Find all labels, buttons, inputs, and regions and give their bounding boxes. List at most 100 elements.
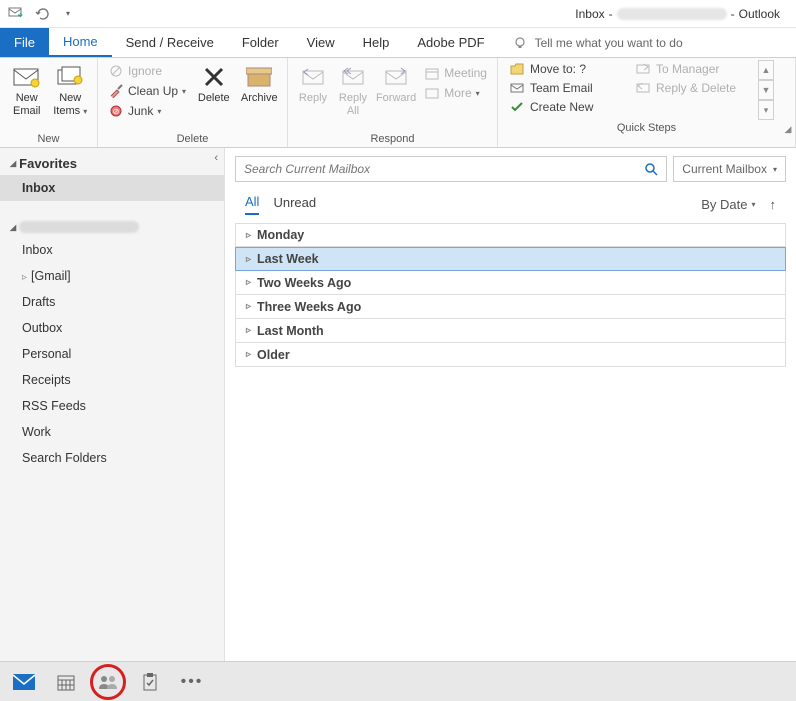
reply-all-button[interactable]: Reply All: [336, 62, 370, 118]
broom-icon: [108, 83, 124, 99]
group-three-weeks-ago[interactable]: Three Weeks Ago: [235, 295, 786, 319]
forward-icon: [381, 64, 411, 90]
lightbulb-icon: [513, 36, 527, 50]
sort-by-dropdown[interactable]: By Date▾: [701, 197, 755, 212]
quicksteps-launcher-icon[interactable]: ◢: [783, 124, 793, 134]
ribbon: New Email New Items ▾ New Ignore Clean U…: [0, 58, 796, 148]
new-email-button[interactable]: New Email: [8, 62, 46, 118]
ribbon-group-delete-label: Delete: [98, 133, 287, 147]
chevron-down-icon: ▾: [773, 165, 777, 174]
group-two-weeks-ago[interactable]: Two Weeks Ago: [235, 271, 786, 295]
favorites-inbox[interactable]: Inbox: [0, 175, 224, 201]
account-header[interactable]: ◢: [0, 217, 224, 237]
title-account-redacted: [617, 8, 727, 20]
nav-mail-icon[interactable]: [12, 670, 36, 694]
ribbon-group-quicksteps: Move to: ? Team Email Create New To Mana…: [498, 58, 796, 147]
tell-me-label: Tell me what you want to do: [535, 36, 683, 50]
folder-drafts[interactable]: Drafts: [0, 289, 224, 315]
folder-personal[interactable]: Personal: [0, 341, 224, 367]
group-last-month[interactable]: Last Month: [235, 319, 786, 343]
tab-send-receive[interactable]: Send / Receive: [112, 28, 228, 57]
folder-rss-feeds[interactable]: RSS Feeds: [0, 393, 224, 419]
reply-icon: [298, 64, 328, 90]
folder-gmail[interactable]: ▹[Gmail]: [0, 263, 224, 289]
ribbon-group-delete: Ignore Clean Up▾ ⊘Junk▾ Delete Archive D…: [98, 58, 288, 147]
delete-button[interactable]: Delete: [194, 62, 233, 105]
folder-receipts[interactable]: Receipts: [0, 367, 224, 393]
group-older[interactable]: Older: [235, 343, 786, 367]
folder-outbox[interactable]: Outbox: [0, 315, 224, 341]
reply-button[interactable]: Reply: [296, 62, 330, 105]
undo-icon[interactable]: [34, 6, 50, 22]
junk-button[interactable]: ⊘Junk▾: [106, 102, 188, 120]
more-respond-button[interactable]: More▾: [422, 84, 489, 102]
forward-button[interactable]: Forward: [376, 62, 416, 105]
qs-reply-delete[interactable]: Reply & Delete: [632, 79, 752, 97]
qs-to-manager[interactable]: To Manager: [632, 60, 752, 78]
meeting-icon: [424, 65, 440, 81]
qs-scroll-up[interactable]: ▲: [758, 60, 774, 80]
window-title: Inbox - - Outlook: [76, 7, 788, 21]
tab-file[interactable]: File: [0, 28, 49, 57]
sidebar-collapse-button[interactable]: ‹: [214, 152, 218, 164]
delete-label: Delete: [198, 92, 230, 105]
folder-search-folders[interactable]: Search Folders: [0, 445, 224, 471]
qs-expand[interactable]: ▾: [758, 100, 774, 120]
search-input[interactable]: [244, 162, 644, 176]
main-area: ‹ ◢Favorites Inbox ◢ Inbox ▹[Gmail] Draf…: [0, 148, 796, 661]
tab-home[interactable]: Home: [49, 28, 112, 57]
reply-all-icon: [338, 64, 368, 90]
qs-move-to[interactable]: Move to: ?: [506, 60, 626, 78]
filter-all[interactable]: All: [245, 194, 259, 215]
tab-adobe-pdf[interactable]: Adobe PDF: [403, 28, 498, 57]
search-icon[interactable]: [644, 162, 658, 176]
ignore-icon: [108, 63, 124, 79]
folder-sidebar: ‹ ◢Favorites Inbox ◢ Inbox ▹[Gmail] Draf…: [0, 148, 225, 661]
group-monday[interactable]: Monday: [235, 223, 786, 247]
qs-team-email[interactable]: Team Email: [506, 79, 626, 97]
message-list-pane: Current Mailbox ▾ All Unread By Date▾ ↑ …: [225, 148, 796, 661]
reply-delete-icon: [636, 82, 650, 94]
quick-access-toolbar: ▾: [8, 6, 76, 22]
tab-help[interactable]: Help: [349, 28, 404, 57]
new-items-button[interactable]: New Items ▾: [52, 62, 90, 118]
search-scope-dropdown[interactable]: Current Mailbox ▾: [673, 156, 786, 182]
tab-view[interactable]: View: [293, 28, 349, 57]
tell-me-search[interactable]: Tell me what you want to do: [499, 28, 683, 57]
archive-label: Archive: [241, 92, 278, 105]
forward-label: Forward: [376, 92, 416, 105]
folder-move-icon: [510, 63, 524, 75]
to-manager-icon: [636, 63, 650, 75]
nav-people-icon[interactable]: [96, 670, 120, 694]
folder-inbox[interactable]: Inbox: [0, 237, 224, 263]
favorites-header[interactable]: ◢Favorites: [0, 152, 224, 175]
send-receive-qat-icon[interactable]: [8, 6, 24, 22]
nav-more-button[interactable]: •••: [180, 670, 204, 694]
tab-folder[interactable]: Folder: [228, 28, 293, 57]
navigation-bar: •••: [0, 661, 796, 701]
title-inbox: Inbox: [575, 7, 604, 21]
team-email-icon: [510, 82, 524, 94]
ribbon-group-quicksteps-label: Quick Steps ◢: [498, 122, 795, 136]
qs-scroll-down[interactable]: ▼: [758, 80, 774, 100]
envelope-icon: [12, 64, 42, 90]
filter-unread[interactable]: Unread: [273, 195, 316, 214]
qs-create-new[interactable]: Create New: [506, 98, 626, 116]
qat-customize-dropdown[interactable]: ▾: [60, 6, 76, 22]
group-last-week[interactable]: Last Week: [235, 247, 786, 271]
search-box[interactable]: [235, 156, 667, 182]
cleanup-button[interactable]: Clean Up▾: [106, 82, 188, 100]
folder-work[interactable]: Work: [0, 419, 224, 445]
more-icon: [424, 85, 440, 101]
title-bar: ▾ Inbox - - Outlook: [0, 0, 796, 28]
ignore-button[interactable]: Ignore: [106, 62, 188, 80]
title-sep1: -: [609, 7, 613, 21]
sort-direction-button[interactable]: ↑: [770, 197, 777, 212]
nav-tasks-icon[interactable]: [138, 670, 162, 694]
scope-label: Current Mailbox: [682, 162, 767, 176]
svg-text:⊘: ⊘: [113, 107, 120, 116]
reply-label: Reply: [299, 92, 327, 105]
archive-button[interactable]: Archive: [240, 62, 279, 105]
nav-calendar-icon[interactable]: [54, 670, 78, 694]
meeting-button[interactable]: Meeting: [422, 64, 489, 82]
